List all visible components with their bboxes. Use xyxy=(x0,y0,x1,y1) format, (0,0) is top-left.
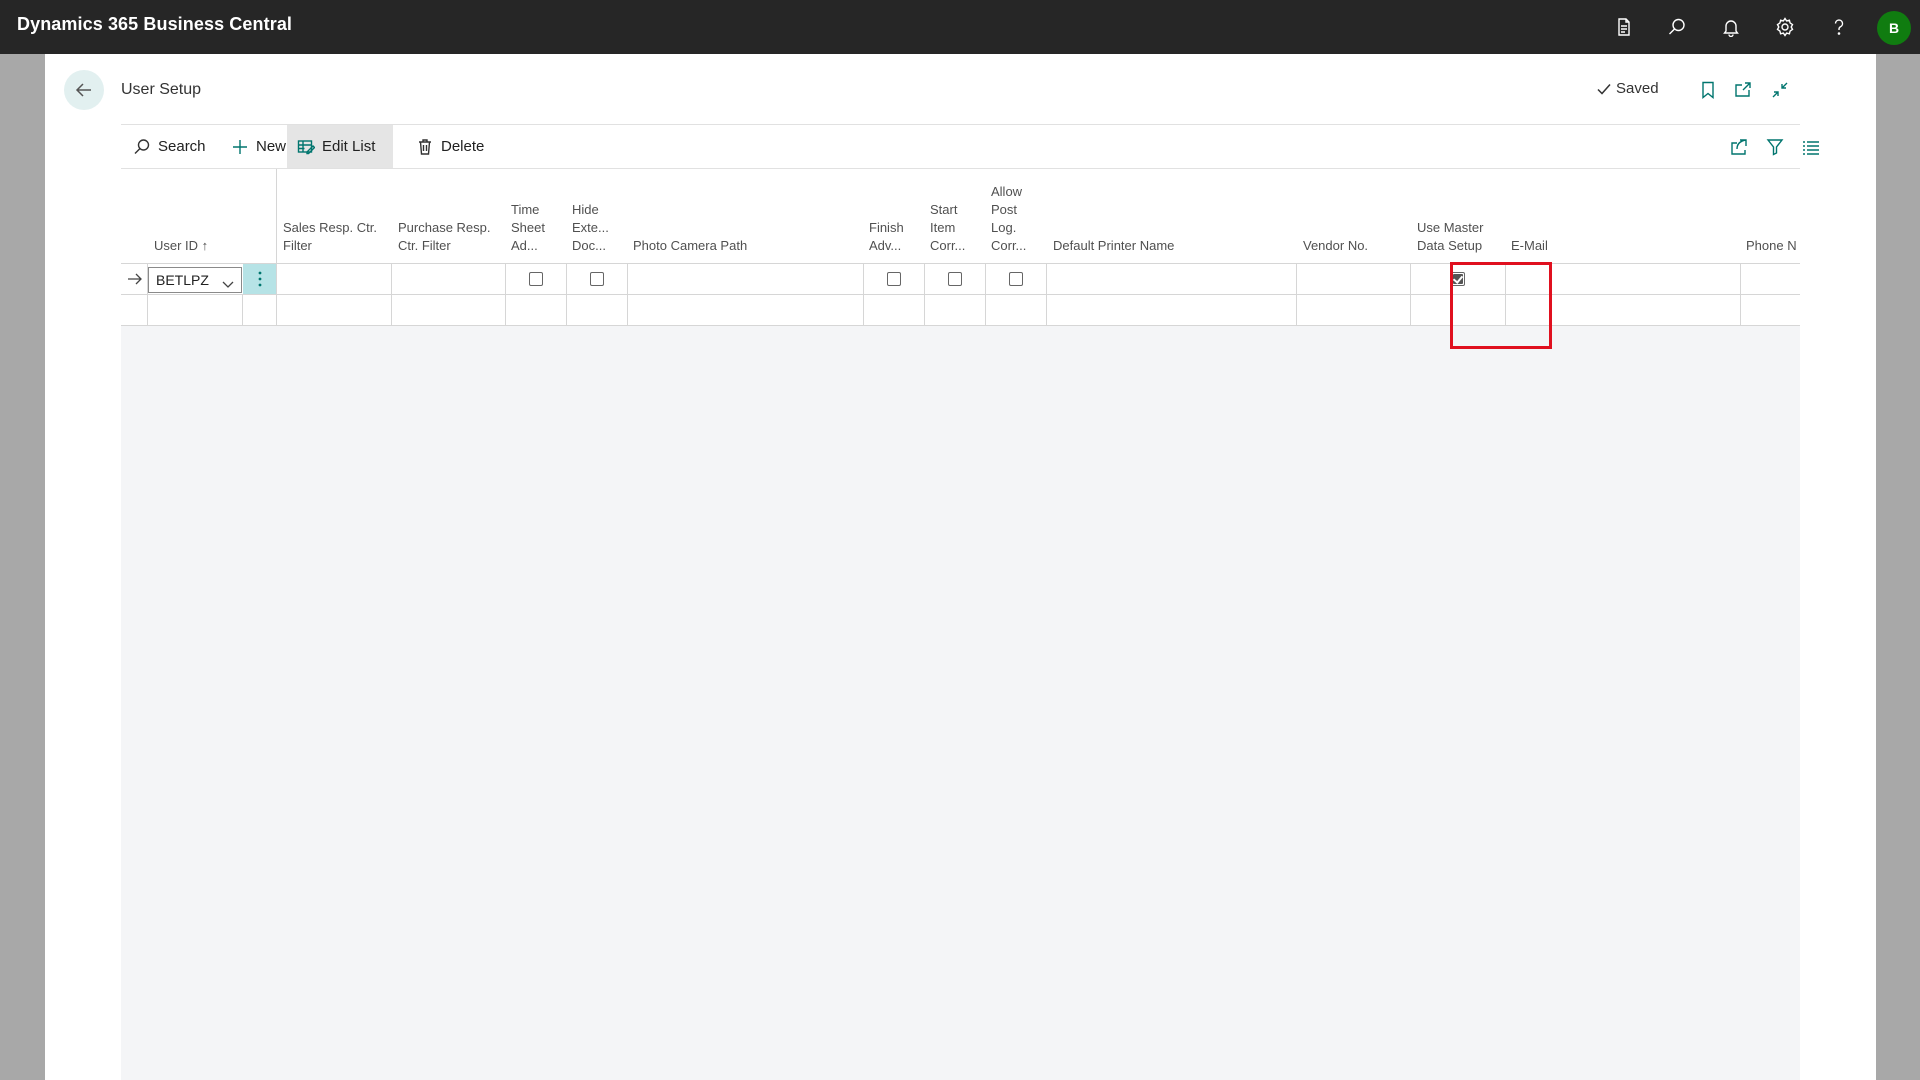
time-sheet-admin-checkbox[interactable] xyxy=(529,272,543,286)
finish-adv-checkbox[interactable] xyxy=(887,272,901,286)
use-master-data-setup-checkbox[interactable] xyxy=(1451,272,1465,286)
cell-default-printer-name[interactable] xyxy=(1046,264,1047,294)
top-bar: Dynamics 365 Business Central B xyxy=(0,0,1920,54)
cell-divider xyxy=(1046,295,1047,325)
cell-divider xyxy=(924,295,925,325)
cell-divider xyxy=(863,295,864,325)
column-divider xyxy=(276,169,277,264)
column-sales-resp-filter[interactable]: Sales Resp. Ctr. Filter xyxy=(283,219,377,255)
filter-icon[interactable] xyxy=(1761,133,1789,161)
cell-allow-post-log-corr xyxy=(985,264,1023,294)
more-vertical-icon xyxy=(258,271,262,287)
cell-email[interactable] xyxy=(1505,264,1506,294)
allow-post-log-corr-checkbox[interactable] xyxy=(1009,272,1023,286)
table-row[interactable]: BETLPZ xyxy=(121,264,1800,295)
cell-vendor-no[interactable] xyxy=(1296,264,1297,294)
page-title: User Setup xyxy=(121,81,202,98)
table-row-empty[interactable] xyxy=(121,295,1800,326)
column-hide-external-doc[interactable]: Hide Exte... Doc... xyxy=(572,201,609,255)
cell-sales-resp-filter[interactable] xyxy=(276,264,277,294)
cell-finish-adv xyxy=(863,264,901,294)
help-icon[interactable] xyxy=(1824,12,1854,42)
column-finish-adv[interactable]: Finish Adv... xyxy=(869,219,904,255)
user-id-value: BETLPZ xyxy=(156,272,209,288)
row-indicator-arrow-icon xyxy=(127,271,143,287)
share-icon[interactable] xyxy=(1725,133,1753,161)
app-title[interactable]: Dynamics 365 Business Central xyxy=(17,14,292,35)
delete-button[interactable]: Delete xyxy=(406,125,494,168)
search-icon xyxy=(134,138,150,154)
search-action-label: Search xyxy=(158,138,206,155)
new-button[interactable]: New xyxy=(221,125,296,168)
list-grid: User ID ↑ Sales Resp. Ctr. Filter Purcha… xyxy=(121,169,1800,1080)
cell-divider xyxy=(985,295,986,325)
gear-icon[interactable] xyxy=(1770,12,1800,42)
new-button-label: New xyxy=(256,138,287,155)
list-view-icon[interactable] xyxy=(1797,133,1825,161)
arrow-left-icon xyxy=(75,83,91,97)
cell-divider xyxy=(276,295,277,325)
trash-icon xyxy=(419,138,431,155)
column-phone-no[interactable]: Phone N xyxy=(1746,237,1797,255)
cell-divider xyxy=(147,295,148,325)
column-use-master-data-setup[interactable]: Use Master Data Setup xyxy=(1417,219,1483,255)
column-allow-post-log-corr[interactable]: Allow Post Log. Corr... xyxy=(991,183,1026,255)
cell-divider xyxy=(1740,295,1741,325)
bell-icon[interactable] xyxy=(1716,12,1746,42)
avatar[interactable]: B xyxy=(1877,11,1911,45)
cell-phone-no[interactable] xyxy=(1740,264,1741,294)
checkmark-icon xyxy=(1597,83,1611,95)
plus-icon xyxy=(233,139,247,154)
action-bar: Search New Edit List Delete xyxy=(121,124,1819,169)
bookmark-icon[interactable] xyxy=(1694,76,1722,104)
cell-divider xyxy=(242,295,243,325)
left-gutter xyxy=(0,54,45,1080)
back-button[interactable] xyxy=(64,70,104,110)
cell-hide-external-doc xyxy=(566,264,604,294)
cell-use-master-data-setup xyxy=(1410,264,1465,294)
cell-divider xyxy=(566,295,567,325)
edit-list-label: Edit List xyxy=(322,138,376,155)
cell-divider xyxy=(505,295,506,325)
column-default-printer-name[interactable]: Default Printer Name xyxy=(1053,237,1174,255)
saved-label: Saved xyxy=(1616,80,1659,97)
column-start-item-corr[interactable]: Start Item Corr... xyxy=(930,201,965,255)
grid-header: User ID ↑ Sales Resp. Ctr. Filter Purcha… xyxy=(121,169,1800,264)
page-panel: User Setup Saved Search New Edit List De… xyxy=(45,54,1876,1080)
chevron-down-icon[interactable] xyxy=(221,274,235,288)
cell-time-sheet-admin xyxy=(505,264,543,294)
column-email[interactable]: E-Mail xyxy=(1511,237,1548,255)
saved-status: Saved xyxy=(1596,80,1659,97)
row-actions-menu[interactable] xyxy=(243,264,277,294)
cell-purchase-resp-filter[interactable] xyxy=(391,264,392,294)
column-user-id[interactable]: User ID ↑ xyxy=(154,237,208,255)
start-item-corr-checkbox[interactable] xyxy=(948,272,962,286)
cell-divider xyxy=(1410,295,1411,325)
search-icon[interactable] xyxy=(1662,12,1692,42)
search-action[interactable]: Search xyxy=(123,125,216,168)
delete-button-label: Delete xyxy=(441,138,485,155)
user-id-field[interactable]: BETLPZ xyxy=(148,267,242,293)
cell-photo-camera-path[interactable] xyxy=(627,264,628,294)
column-purchase-resp-filter[interactable]: Purchase Resp. Ctr. Filter xyxy=(398,219,491,255)
cell-divider xyxy=(627,295,628,325)
open-new-window-icon[interactable] xyxy=(1729,76,1757,104)
collapse-icon[interactable] xyxy=(1766,76,1794,104)
right-gutter xyxy=(1876,54,1920,1080)
edit-list-button[interactable]: Edit List xyxy=(287,125,393,168)
cell-divider xyxy=(1296,295,1297,325)
column-photo-camera-path[interactable]: Photo Camera Path xyxy=(633,237,747,255)
report-icon[interactable] xyxy=(1609,12,1639,42)
column-vendor-no[interactable]: Vendor No. xyxy=(1303,237,1368,255)
cell-divider xyxy=(1505,295,1506,325)
column-time-sheet-admin[interactable]: Time Sheet Ad... xyxy=(511,201,545,255)
edit-list-icon xyxy=(297,139,315,154)
hide-external-doc-checkbox[interactable] xyxy=(590,272,604,286)
cell-start-item-corr xyxy=(924,264,962,294)
cell-divider xyxy=(391,295,392,325)
